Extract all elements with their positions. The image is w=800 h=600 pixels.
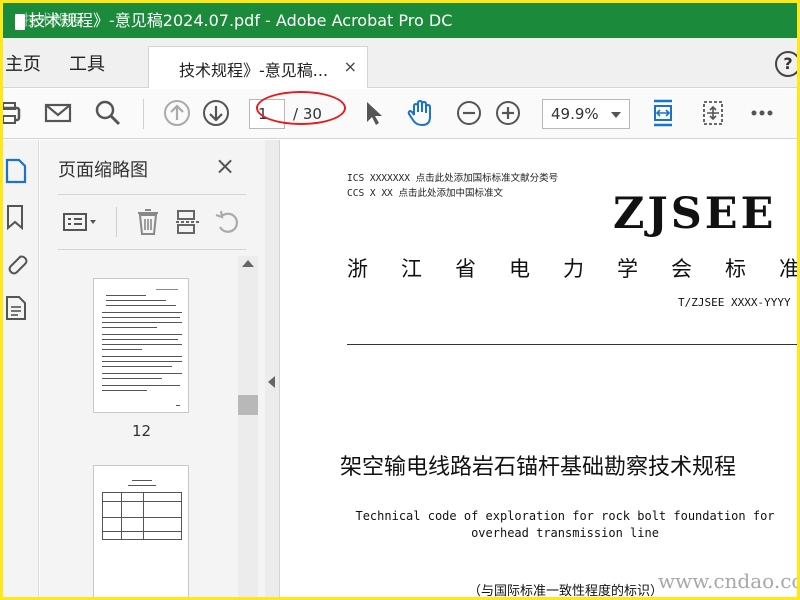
tab-bar: 主页 工具 技术规程》-意见稿... × ? <box>3 38 797 88</box>
consistency-note: （与国际标准一致性程度的标识） <box>468 584 664 597</box>
title-bar: 技术规程》-意见稿2024.07.pdf - Adobe Acrobat Pro… <box>3 3 797 38</box>
collapse-panel-icon[interactable] <box>268 376 275 388</box>
association-name: 浙江省电力学会标准 <box>347 257 797 281</box>
delete-page-icon[interactable] <box>133 207 163 237</box>
scroll-up-icon[interactable] <box>242 260 254 267</box>
more-options-icon[interactable] <box>747 98 777 128</box>
title-watermark: 技术规程 <box>23 11 84 29</box>
insert-page-icon[interactable] <box>173 207 203 237</box>
standard-code: T/ZJSEE XXXX-YYYY <box>678 296 791 309</box>
close-tab-icon[interactable]: × <box>344 57 357 76</box>
email-icon[interactable] <box>43 98 73 128</box>
fit-width-icon[interactable] <box>648 98 678 128</box>
thumbnails-panel: 页面缩略图 × 12 <box>40 140 265 597</box>
previous-page-icon[interactable] <box>162 98 192 128</box>
window-title: 技术规程》-意见稿2024.07.pdf - Adobe Acrobat Pro… <box>29 11 453 30</box>
panel-splitter[interactable] <box>265 140 279 597</box>
thumbnail-options-icon[interactable] <box>62 207 102 237</box>
document-tab-label: 技术规程》-意见稿... <box>179 61 329 80</box>
zoom-level-value: 49.9% <box>551 105 599 123</box>
zoom-in-icon[interactable] <box>493 98 523 128</box>
ics-line: ICS XXXXXXX 点击此处添加国标标准文献分类号 <box>347 173 559 184</box>
rotate-view-icon[interactable] <box>698 98 728 128</box>
page-thumbnail[interactable] <box>93 278 189 413</box>
scrollbar-thumb[interactable] <box>238 395 258 415</box>
help-icon[interactable]: ? <box>775 51 797 77</box>
acrobat-window: 技术规程》-意见稿2024.07.pdf - Adobe Acrobat Pro… <box>3 3 797 597</box>
close-panel-icon[interactable]: × <box>215 152 235 180</box>
tab-tools[interactable]: 工具 <box>69 50 105 76</box>
page-thumbnails-icon[interactable] <box>5 158 29 184</box>
red-annotation-circle <box>256 91 346 125</box>
header-rule <box>347 344 797 345</box>
zoom-level-select[interactable]: 49.9% <box>542 99 630 129</box>
document-title-en: Technical code of exploration for rock b… <box>355 509 775 540</box>
org-logo-text: ZJSEE <box>613 189 777 239</box>
panel-divider <box>116 207 117 237</box>
print-icon[interactable] <box>3 98 27 128</box>
hand-tool-icon[interactable] <box>405 98 435 128</box>
bookmark-icon[interactable] <box>5 204 29 231</box>
select-cursor-icon[interactable] <box>358 98 388 128</box>
tab-document[interactable]: 技术规程》-意见稿... × <box>148 46 368 88</box>
panel-title: 页面缩略图 <box>58 160 148 181</box>
thumbnail-page-label: 12 <box>132 422 152 440</box>
site-watermark: www.cndao.com <box>658 569 797 593</box>
toolbar: 1 / 30 49.9% <box>3 89 797 139</box>
search-icon[interactable] <box>93 98 123 128</box>
tab-home[interactable]: 主页 <box>5 50 41 76</box>
panel-toolbar <box>58 194 246 250</box>
document-view[interactable]: ICS XXXXXXX 点击此处添加国标标准文献分类号 CCS X XX 点击此… <box>279 140 797 597</box>
table-block <box>102 492 182 540</box>
ccs-line: CCS X XX 点击此处添加中国标准文 <box>347 188 503 199</box>
page-thumbnail[interactable] <box>93 465 189 597</box>
thumbnails-scrollbar[interactable] <box>238 256 258 597</box>
document-properties-icon[interactable] <box>5 295 29 321</box>
toolbar-divider <box>143 99 144 129</box>
zoom-out-icon[interactable] <box>454 98 484 128</box>
navigation-strip <box>3 140 39 597</box>
next-page-icon[interactable] <box>201 98 231 128</box>
attachment-icon[interactable] <box>5 250 29 276</box>
chevron-down-icon <box>611 112 621 118</box>
document-title-cn: 架空输电线路岩石锚杆基础勘察技术规程 <box>340 455 737 480</box>
rotate-page-icon[interactable] <box>213 207 243 237</box>
